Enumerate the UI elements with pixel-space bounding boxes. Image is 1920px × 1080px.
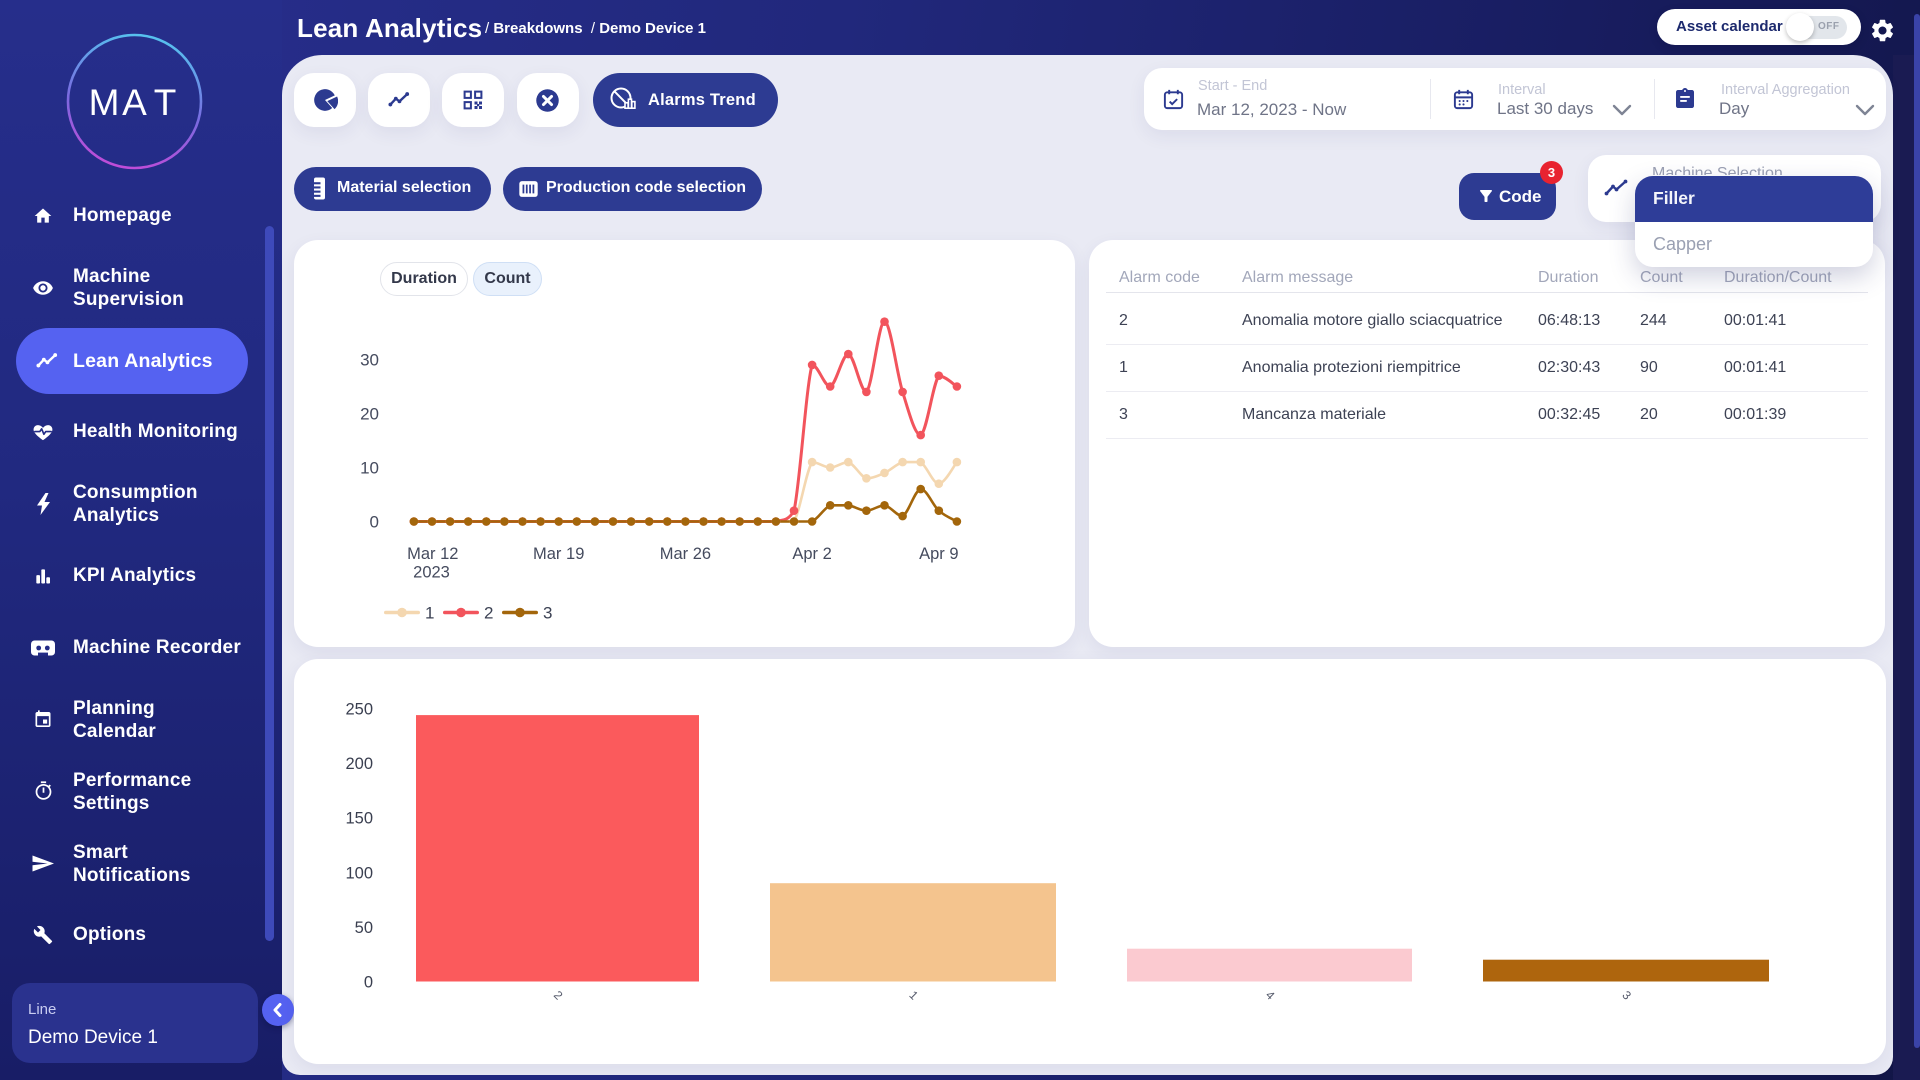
svg-text:2: 2 [484,604,493,623]
svg-text:250: 250 [345,701,373,719]
svg-text:2: 2 [551,988,566,1003]
svg-text:50: 50 [355,919,373,937]
svg-text:200: 200 [345,755,373,773]
svg-text:Mar 19: Mar 19 [533,545,584,563]
svg-text:30: 30 [360,351,379,370]
svg-text:Mar 12: Mar 12 [407,545,458,563]
svg-text:Apr 9: Apr 9 [919,545,958,563]
svg-text:2023: 2023 [413,564,450,582]
svg-text:1: 1 [425,604,434,623]
svg-text:MAT: MAT [89,82,177,123]
svg-text:20: 20 [360,405,379,424]
svg-text:0: 0 [364,974,373,992]
svg-text:150: 150 [345,810,373,828]
svg-text:4: 4 [1263,988,1278,1003]
svg-text:10: 10 [360,459,379,478]
svg-text:1: 1 [906,988,921,1003]
svg-text:100: 100 [345,864,373,882]
svg-text:3: 3 [543,604,552,623]
svg-text:Apr 2: Apr 2 [792,545,831,563]
svg-text:0: 0 [370,513,379,532]
svg-text:3: 3 [1619,988,1634,1003]
svg-text:Mar 26: Mar 26 [660,545,711,563]
